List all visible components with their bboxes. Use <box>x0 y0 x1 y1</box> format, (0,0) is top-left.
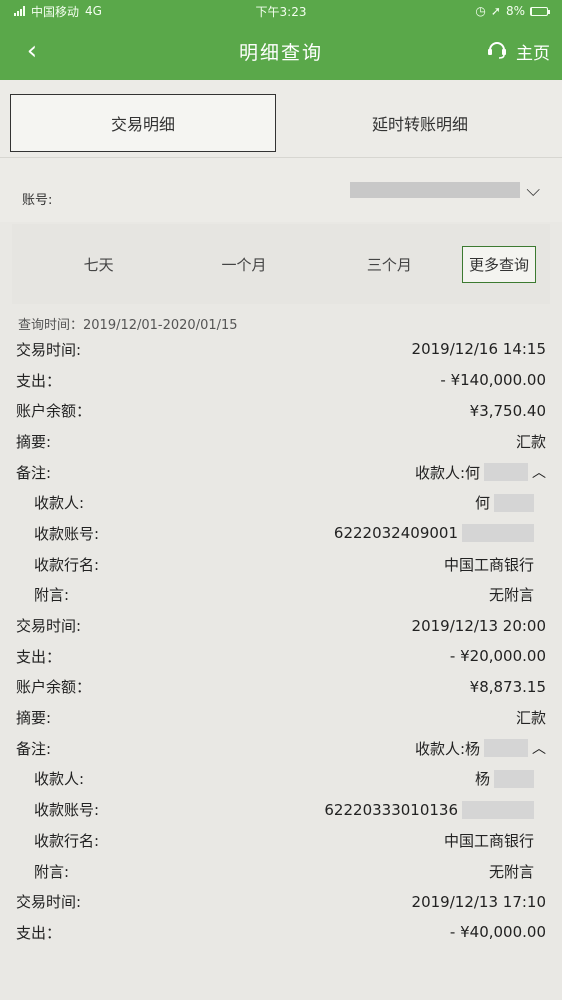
payee-label: 收款人: <box>34 770 85 789</box>
expense-label: 支出： <box>16 923 62 942</box>
page-title: 明细查询 <box>238 41 323 64</box>
network-type: 4G <box>85 4 102 18</box>
bank-label: 收款行名: <box>34 831 100 850</box>
bank-row: 收款行名: 中国工商银行 <box>16 549 546 580</box>
transaction-time-row: 交易时间: 2019/12/16 14:15 <box>16 334 546 365</box>
transaction-time-row: 交易时间: 2019/12/13 17:10 <box>16 886 546 917</box>
remark-value: 收款人:杨 <box>414 739 480 758</box>
message-label: 附言: <box>34 586 70 605</box>
expense-label: 支出： <box>16 647 62 666</box>
balance-label: 账户余额： <box>16 678 92 697</box>
summary-row: 摘要: 汇款 <box>16 702 546 733</box>
home-label: 主页 <box>516 43 550 64</box>
period-three-months[interactable]: 三个月 <box>317 254 462 275</box>
home-button[interactable]: 主页 <box>486 38 550 65</box>
payee-value: 何 <box>474 494 490 513</box>
balance-row: 账户余额： ¥8,873.15 <box>16 672 546 703</box>
back-button[interactable]: ‹ <box>12 36 52 66</box>
time-value: 2019/12/16 14:15 <box>411 340 546 359</box>
payee-label: 收款人: <box>34 494 85 513</box>
transaction-list: 交易时间: 2019/12/16 14:15 支出： - ¥140,000.00… <box>0 334 562 948</box>
headset-service-icon[interactable] <box>486 38 508 65</box>
time-label: 交易时间: <box>16 617 82 636</box>
time-label: 交易时间: <box>16 340 82 359</box>
account-label: 账号: <box>22 192 53 208</box>
expense-row: 支出： - ¥40,000.00 <box>16 917 546 948</box>
time-value: 2019/12/13 20:00 <box>411 616 546 635</box>
summary-row: 摘要: 汇款 <box>16 426 546 457</box>
payee-row: 收款人: 何 <box>16 487 546 518</box>
payee-value: 杨 <box>474 770 490 789</box>
status-bar: 中国移动 4G 下午3:23 ◷ ➚ 8% <box>0 0 562 22</box>
time-value: 2019/12/13 17:10 <box>411 892 546 911</box>
message-row: 附言: 无附言 <box>16 856 546 887</box>
redaction-mask <box>494 769 534 788</box>
period-seven-days[interactable]: 七天 <box>26 254 171 275</box>
redaction-mask <box>484 463 528 482</box>
redaction-mask <box>462 800 534 819</box>
redaction-mask <box>462 524 534 543</box>
payee-row: 收款人: 杨 <box>16 764 546 795</box>
payee-account-value: 6222032409001 <box>333 524 458 543</box>
redaction-mask <box>350 182 521 198</box>
payee-account-label: 收款账号: <box>34 801 100 820</box>
message-row: 附言: 无附言 <box>16 580 546 611</box>
bank-row: 收款行名: 中国工商银行 <box>16 825 546 856</box>
account-selector[interactable]: 账号: ⌵ <box>0 158 562 222</box>
account-number-masked[interactable]: ⌵ <box>350 180 540 201</box>
expense-value: - ¥40,000.00 <box>449 923 546 942</box>
battery-level: 8% <box>505 4 525 18</box>
payee-account-row: 收款账号: 62220333010136 <box>16 794 546 825</box>
transaction-time-row: 交易时间: 2019/12/13 20:00 <box>16 610 546 641</box>
bank-value: 中国工商银行 <box>443 555 534 574</box>
summary-label: 摘要: <box>16 709 52 728</box>
detail-tabs: 交易明细 延时转账明细 <box>0 80 562 158</box>
back-arrow-icon: ‹ <box>26 36 38 66</box>
remark-row[interactable]: 备注: 收款人:杨 ︿ <box>16 733 546 764</box>
nav-bar: ‹ 明细查询 主页 <box>0 22 562 80</box>
redaction-mask <box>494 493 534 512</box>
bank-value: 中国工商银行 <box>443 831 534 850</box>
balance-label: 账户余额： <box>16 402 92 421</box>
query-time-range: 查询时间：2019/12/01-2020/01/15 <box>18 318 238 333</box>
balance-row: 账户余额： ¥3,750.40 <box>16 395 546 426</box>
message-value: 无附言 <box>488 862 534 881</box>
remark-label: 备注: <box>16 739 52 758</box>
tab-transaction-detail[interactable]: 交易明细 <box>10 94 276 152</box>
time-label: 交易时间: <box>16 893 82 912</box>
battery-icon <box>530 6 550 16</box>
expense-value: - ¥140,000.00 <box>440 371 546 390</box>
payee-account-row: 收款账号: 6222032409001 <box>16 518 546 549</box>
alarm-icon: ◷ <box>475 4 486 18</box>
chevron-up-icon[interactable]: ︿ <box>532 462 546 482</box>
bank-label: 收款行名: <box>34 555 100 574</box>
location-icon: ➚ <box>490 4 501 18</box>
payee-account-label: 收款账号: <box>34 524 100 543</box>
balance-value: ¥8,873.15 <box>469 677 546 696</box>
carrier-name: 中国移动 <box>31 4 80 19</box>
message-label: 附言: <box>34 862 70 881</box>
summary-value: 汇款 <box>515 709 546 728</box>
summary-label: 摘要: <box>16 432 52 451</box>
tab-delayed-transfer-detail[interactable]: 延时转账明细 <box>288 94 552 152</box>
expense-label: 支出： <box>16 371 62 390</box>
expense-row: 支出： - ¥20,000.00 <box>16 641 546 672</box>
redaction-mask <box>484 739 528 758</box>
payee-account-value: 62220333010136 <box>324 800 458 819</box>
summary-value: 汇款 <box>515 432 546 451</box>
remark-label: 备注: <box>16 463 52 482</box>
remark-row[interactable]: 备注: 收款人:何 ︿ <box>16 457 546 488</box>
chevron-up-icon[interactable]: ︿ <box>532 738 546 758</box>
chevron-down-icon[interactable]: ⌵ <box>526 180 540 201</box>
period-one-month[interactable]: 一个月 <box>171 254 316 275</box>
more-query-button[interactable]: 更多查询 <box>461 245 536 283</box>
message-value: 无附言 <box>488 586 534 605</box>
balance-value: ¥3,750.40 <box>469 401 546 420</box>
expense-value: - ¥20,000.00 <box>449 647 546 666</box>
expense-row: 支出： - ¥140,000.00 <box>16 365 546 396</box>
signal-icon <box>14 6 25 16</box>
remark-value: 收款人:何 <box>414 463 480 482</box>
period-selector: 七天 一个月 三个月 更多查询 <box>12 224 550 304</box>
